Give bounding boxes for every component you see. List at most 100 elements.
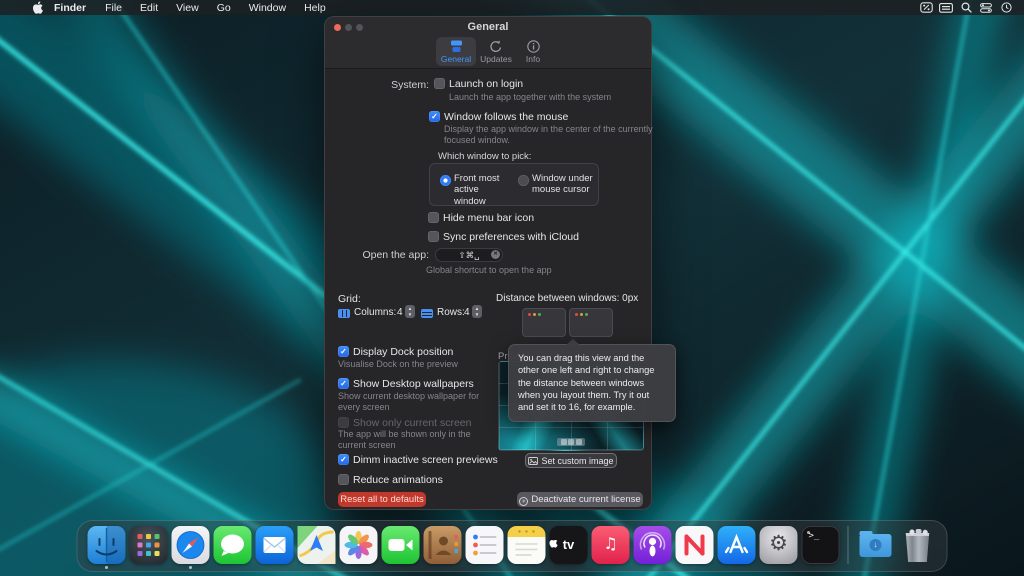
menu-item-help[interactable]: Help: [304, 2, 326, 14]
rows-stepper[interactable]: [472, 305, 482, 318]
columns-stepper[interactable]: [405, 305, 415, 318]
show-wallpapers-description: Show current desktop wallpaper for every…: [338, 391, 488, 414]
tab-updates-label: Updates: [480, 54, 512, 64]
window-follows-mouse-checkbox[interactable]: [429, 111, 440, 122]
dock: tv >_: [77, 520, 948, 572]
sync-icloud-checkbox[interactable]: [428, 231, 439, 242]
preview-dock-indicator: [557, 438, 585, 446]
dock-trash-icon[interactable]: [899, 526, 937, 564]
front-most-radio[interactable]: [440, 175, 451, 186]
columns-icon: [338, 309, 350, 318]
deactivate-license-label: Deactivate current license: [531, 494, 640, 505]
license-icon: ✳: [519, 497, 528, 506]
apple-logo-icon: [33, 1, 44, 14]
sync-icloud-label: Sync preferences with iCloud: [443, 231, 579, 243]
display-dock-label: Display Dock position: [353, 346, 453, 358]
display-dock-checkbox[interactable]: [338, 346, 349, 357]
window-under-radio[interactable]: [518, 175, 529, 186]
columns-value: 4: [397, 307, 403, 318]
general-tab-icon: [449, 40, 464, 53]
app-window-icon[interactable]: [916, 0, 936, 15]
menu-item-go[interactable]: Go: [217, 2, 231, 14]
deactivate-license-button[interactable]: ✳Deactivate current license: [517, 492, 643, 507]
tab-updates[interactable]: Updates: [476, 37, 516, 66]
dock-reminders-icon[interactable]: [466, 526, 504, 564]
columns-label: Columns:: [354, 307, 396, 318]
info-icon: [527, 40, 540, 53]
reduce-animations-checkbox[interactable]: [338, 474, 349, 485]
tv-glyph: tv: [563, 537, 575, 552]
which-window-label: Which window to pick:: [438, 151, 531, 162]
front-most-label: Front most active window: [454, 173, 512, 207]
terminal-glyph: >_: [809, 531, 820, 541]
title-bar: General General Updates Info: [325, 17, 651, 69]
distance-label: Distance between windows: 0px: [496, 293, 638, 304]
running-indicator: [807, 531, 810, 534]
set-custom-image-label: Set custom image: [541, 456, 613, 466]
tab-general[interactable]: General: [436, 37, 476, 66]
tab-info[interactable]: Info: [513, 37, 553, 66]
distance-window-preview-left[interactable]: [522, 308, 566, 337]
show-only-current-label: Show only current screen: [353, 417, 471, 429]
dock-contacts-icon[interactable]: [424, 526, 462, 564]
show-only-current-description: The app will be shown only in the curren…: [338, 429, 488, 452]
dock-terminal-icon[interactable]: >_: [802, 526, 840, 564]
shortcut-clear-icon[interactable]: [491, 250, 500, 259]
dock-messages-icon[interactable]: [214, 526, 252, 564]
dock-appstore-icon[interactable]: [718, 526, 756, 564]
window-title: General: [325, 21, 651, 33]
dimm-inactive-label: Dimm inactive screen previews: [353, 454, 498, 466]
dock-downloads-icon[interactable]: [857, 526, 895, 564]
launch-on-login-checkbox[interactable]: [434, 78, 445, 89]
system-label: System:: [333, 79, 429, 91]
image-icon: [528, 457, 538, 465]
menu-item-edit[interactable]: Edit: [140, 2, 158, 14]
rows-value: 4: [464, 307, 470, 318]
show-wallpapers-checkbox[interactable]: [338, 378, 349, 389]
keyboard-icon[interactable]: [936, 0, 956, 15]
hide-menu-bar-checkbox[interactable]: [428, 212, 439, 223]
dock-notes-icon[interactable]: [508, 526, 546, 564]
menu-item-file[interactable]: File: [105, 2, 122, 14]
dock-safari-icon[interactable]: [172, 526, 210, 564]
grid-label: Grid:: [338, 293, 361, 305]
rows-icon: [421, 309, 433, 318]
dock-news-icon[interactable]: [676, 526, 714, 564]
tab-general-label: General: [441, 54, 471, 64]
dock-tv-icon[interactable]: tv: [550, 526, 588, 564]
search-icon[interactable]: [956, 0, 976, 15]
window-follows-mouse-label: Window follows the mouse: [444, 111, 568, 123]
dock-finder-icon[interactable]: [88, 526, 126, 564]
preferences-window: General General Updates Info System:: [324, 16, 652, 510]
set-custom-image-button[interactable]: Set custom image: [525, 453, 617, 468]
dock-maps-icon[interactable]: [298, 526, 336, 564]
reset-defaults-button[interactable]: Reset all to defaults: [338, 492, 426, 507]
dock-mail-icon[interactable]: [256, 526, 294, 564]
open-the-app-label: Open the app:: [333, 249, 429, 261]
distance-tooltip: You can drag this view and the other one…: [508, 344, 676, 422]
hide-menu-bar-label: Hide menu bar icon: [443, 212, 534, 224]
launch-on-login-description: Launch the app together with the system: [449, 92, 649, 103]
menu-item-finder[interactable]: Finder: [54, 2, 86, 14]
dock-launchpad-icon[interactable]: [130, 526, 168, 564]
dock-facetime-icon[interactable]: [382, 526, 420, 564]
show-only-current-checkbox[interactable]: [338, 417, 349, 428]
dock-music-icon[interactable]: [592, 526, 630, 564]
distance-window-preview-right[interactable]: [569, 308, 613, 337]
clock-icon[interactable]: [996, 0, 1016, 15]
dimm-inactive-checkbox[interactable]: [338, 454, 349, 465]
dock-divider: [848, 526, 849, 564]
rows-label: Rows:: [437, 307, 465, 318]
tab-info-label: Info: [526, 54, 540, 64]
dock-podcasts-icon[interactable]: [634, 526, 672, 564]
dock-photos-icon[interactable]: [340, 526, 378, 564]
dock-settings-icon[interactable]: [760, 526, 798, 564]
menu-item-window[interactable]: Window: [249, 2, 286, 14]
apple-menu[interactable]: [28, 0, 48, 15]
control-center-icon[interactable]: [976, 0, 996, 15]
which-window-group: Front most active window Window under mo…: [429, 163, 599, 206]
menu-item-view[interactable]: View: [176, 2, 199, 14]
show-wallpapers-label: Show Desktop wallpapers: [353, 378, 474, 390]
tooltip-text: You can drag this view and the other one…: [518, 353, 654, 412]
menu-bar: Finder File Edit View Go Window Help: [0, 0, 1024, 15]
